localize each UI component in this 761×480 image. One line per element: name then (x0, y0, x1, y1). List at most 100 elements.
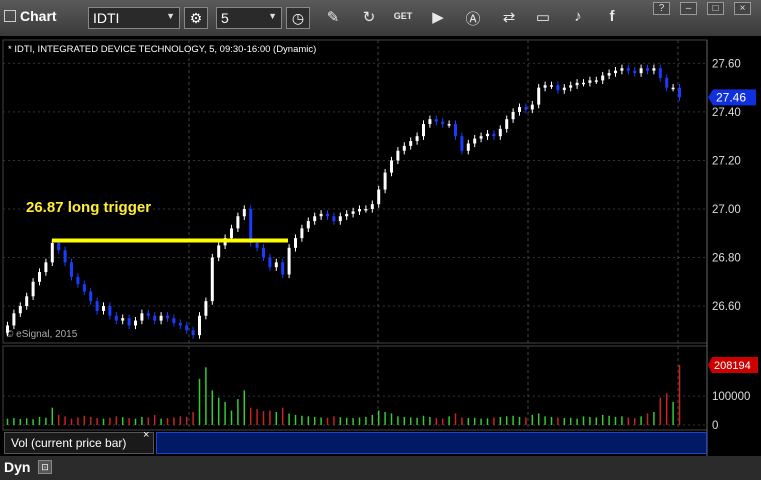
candle-body (511, 111, 515, 120)
candle-body (518, 107, 521, 112)
link-icon[interactable]: ⇄ (498, 8, 520, 26)
candle-body (556, 85, 560, 91)
window-title: Chart (4, 8, 57, 24)
dynamic-mode-label[interactable]: Dyn (4, 459, 30, 475)
volume-panel-label[interactable]: Vol (current price bar) (4, 432, 154, 454)
close-icon[interactable]: × (143, 429, 149, 441)
status-bar (0, 456, 761, 480)
clock-icon[interactable]: ◷ (286, 7, 310, 29)
candle-body (76, 276, 80, 285)
candle-body (639, 68, 643, 74)
interval-input[interactable]: 5 ▼ (216, 7, 282, 29)
chevron-down-icon[interactable]: ▼ (268, 11, 277, 21)
twitter-icon[interactable]: ♪ (567, 8, 589, 25)
candle-body (178, 323, 182, 326)
candle-body (146, 313, 150, 316)
volume-tick-label: 100000 (712, 391, 750, 403)
candle-body (306, 221, 310, 229)
trigger-annotation: 26.87 long trigger (26, 199, 151, 216)
last-volume-label: 208194 (714, 360, 751, 372)
candle-body (57, 242, 61, 251)
symbol-input[interactable]: IDTI ▼ (88, 7, 180, 29)
candle-body (652, 68, 656, 71)
candle-body (498, 128, 502, 137)
candle-body (530, 104, 534, 110)
candle-body (383, 172, 387, 190)
candle-body (409, 141, 413, 146)
candle-body (185, 325, 189, 331)
candle-body (153, 315, 157, 321)
price-chart[interactable]: * IDTI, INTEGRATED DEVICE TECHNOLOGY, 5,… (0, 36, 761, 480)
candle-body (114, 315, 118, 321)
candle-body (338, 216, 342, 222)
candle-body (396, 150, 400, 161)
pencil-icon[interactable]: ✎ (322, 8, 344, 26)
last-volume-tag: 208194 (708, 356, 758, 373)
candle-body (582, 82, 585, 85)
candle-body (294, 238, 297, 248)
candle-body (562, 87, 566, 91)
copyright-text: © eSignal, 2015 (6, 329, 78, 340)
candle-body (646, 68, 649, 71)
candle-body (274, 262, 278, 268)
candle-body (287, 247, 291, 275)
candle-body (300, 228, 304, 239)
candle-body (620, 68, 624, 71)
candle-body (25, 296, 29, 307)
candle-body (524, 107, 528, 110)
candle-body (127, 318, 131, 326)
candle-body (575, 82, 579, 86)
candle-body (441, 121, 445, 125)
interval-value: 5 (221, 10, 229, 26)
candle-body (204, 301, 208, 316)
chart-header: * IDTI, INTEGRATED DEVICE TECHNOLOGY, 5,… (8, 44, 316, 55)
price-tick-label: 27.40 (712, 107, 741, 119)
candle-body (191, 330, 195, 336)
chart-toolbar: Chart IDTI ▼ ⚙ 5 ▼ ◷ ✎ ↻ GET ▶ Ⓐ ⇄ ▭ ♪ f ?… (0, 0, 761, 37)
candle-body (390, 160, 393, 173)
candle-body (492, 133, 496, 137)
candle-body (428, 119, 432, 125)
candle-body (601, 75, 605, 81)
candle-body (50, 242, 54, 263)
candle-body (486, 133, 489, 137)
help-button[interactable]: ? (653, 2, 670, 15)
volume-panel-label-text: Vol (current price bar) (11, 436, 127, 450)
symbol-value: IDTI (93, 10, 120, 26)
alert-icon[interactable]: Ⓐ (462, 8, 484, 29)
settings-gear-icon[interactable]: ⚙ (184, 7, 208, 29)
candle-body (44, 262, 48, 273)
candle-body (134, 320, 137, 326)
maximize-button[interactable]: □ (707, 2, 724, 15)
price-tick-label: 26.60 (712, 301, 741, 313)
candle-body (89, 291, 93, 302)
candle-body (18, 306, 22, 314)
candle-body (569, 85, 573, 88)
facebook-icon[interactable]: f (601, 8, 623, 25)
candle-body (658, 68, 662, 78)
candle-body (230, 228, 233, 239)
chat-icon[interactable]: ▭ (532, 8, 554, 26)
play-icon[interactable]: ▶ (427, 8, 449, 26)
candle-body (249, 208, 253, 243)
candle-body (242, 208, 246, 217)
candle-body (63, 250, 67, 263)
minimize-button[interactable]: – (680, 2, 697, 15)
close-button[interactable]: × (734, 2, 751, 15)
candle-body (434, 119, 438, 122)
candle-body (319, 213, 323, 217)
candle-body (479, 136, 483, 139)
refresh-icon[interactable]: ↻ (358, 8, 380, 26)
get-icon[interactable]: GET (392, 11, 414, 21)
candle-body (108, 306, 112, 316)
chevron-down-icon[interactable]: ▼ (166, 11, 175, 21)
candle-body (6, 325, 9, 333)
candle-body (614, 70, 617, 74)
candle-body (217, 245, 221, 258)
chart-window-icon (4, 10, 16, 22)
candle-body (550, 85, 553, 87)
candle-body (626, 68, 630, 71)
lock-icon[interactable]: ⊡ (38, 460, 52, 474)
candle-body (473, 138, 477, 144)
candle-body (70, 262, 73, 277)
